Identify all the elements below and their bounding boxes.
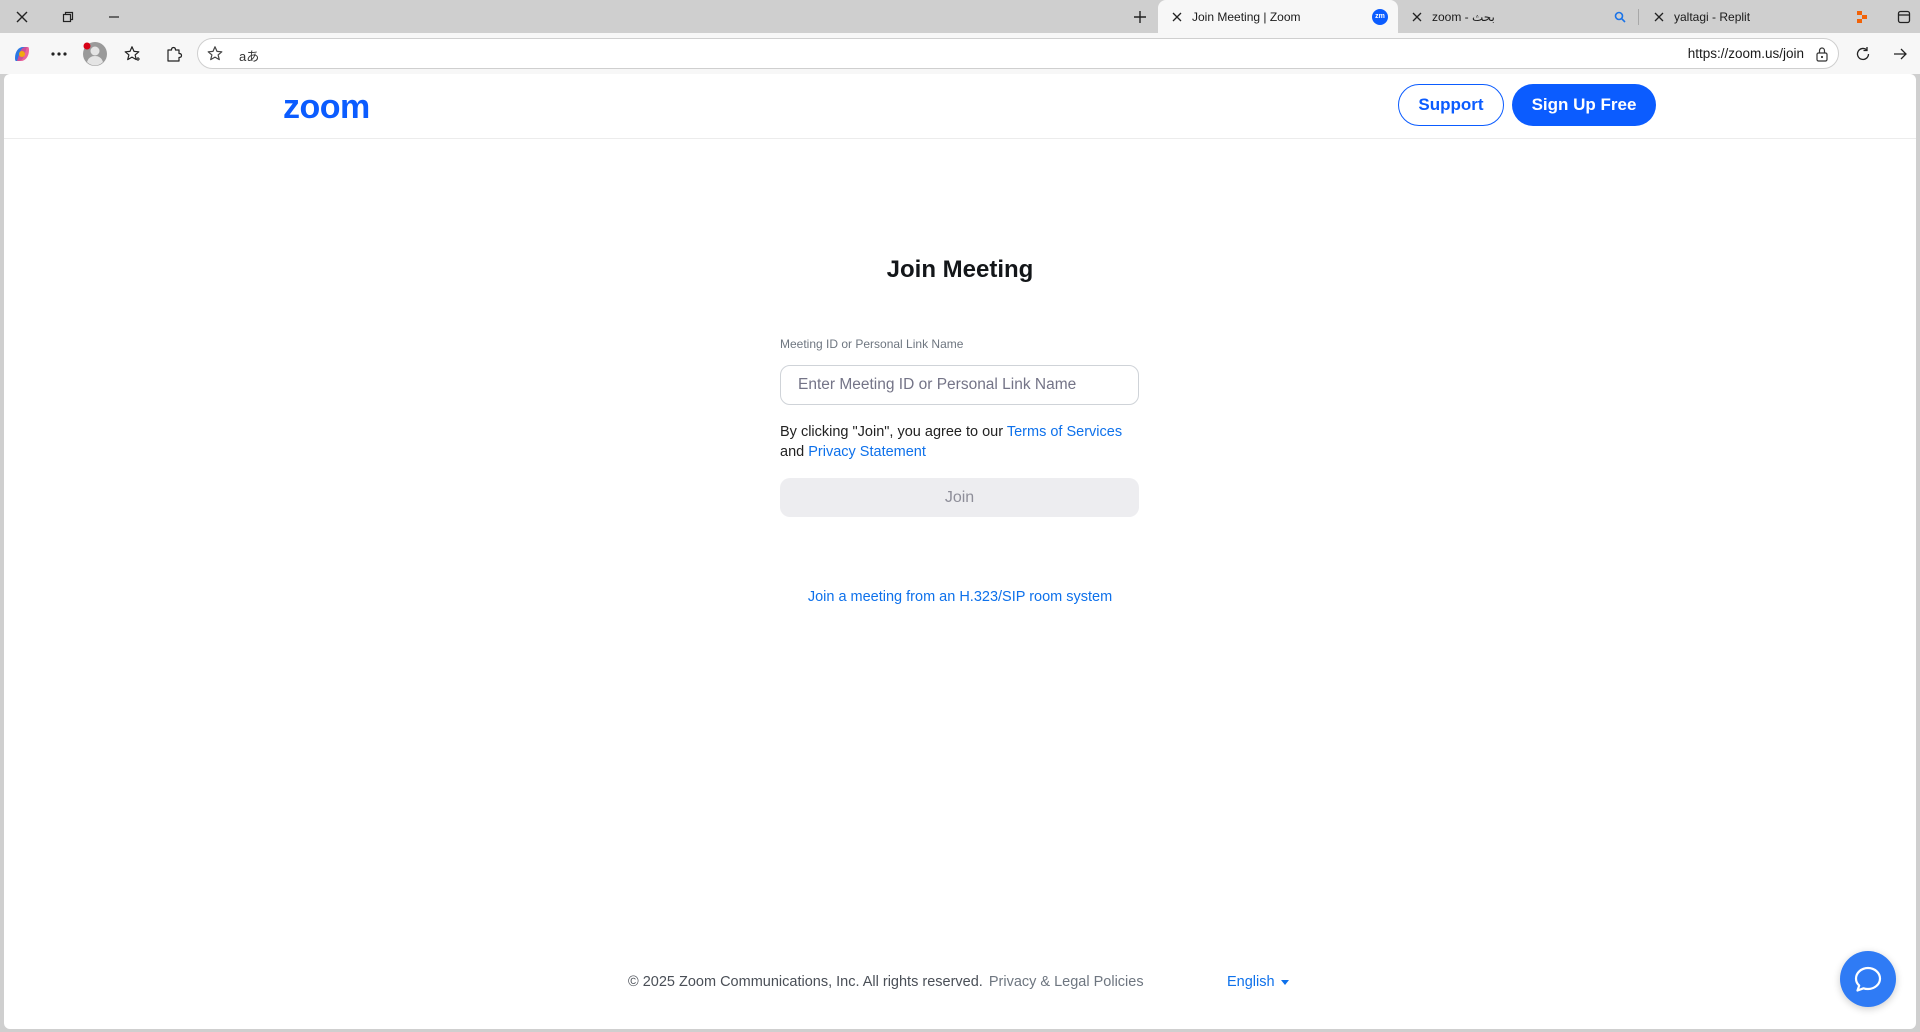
close-icon — [1412, 12, 1422, 21]
puzzle-icon — [167, 46, 183, 62]
more-horizontal-icon — [51, 52, 67, 56]
copilot-icon — [15, 47, 29, 61]
agreement-prefix: By clicking "Join", you agree to our — [780, 424, 1007, 440]
lock-icon[interactable] — [1815, 46, 1829, 67]
tab-actions-button[interactable] — [1888, 0, 1920, 33]
refresh-button[interactable] — [1848, 39, 1878, 69]
zoom-favicon-icon: zm — [1372, 8, 1388, 25]
replit-favicon-icon — [1854, 9, 1870, 25]
plus-icon — [1134, 11, 1146, 23]
tab-title: yaltagi - Replit — [1674, 9, 1751, 24]
chat-bubble-icon — [1854, 966, 1882, 992]
tab-close-button[interactable] — [1410, 10, 1424, 24]
extensions-button[interactable] — [159, 39, 189, 69]
tab-strip: Join Meeting | Zoom zm zoom - بحث yaltag… — [0, 0, 1920, 33]
new-tab-button[interactable] — [1125, 2, 1155, 32]
chat-button[interactable] — [1840, 951, 1896, 1007]
meeting-id-input[interactable] — [780, 365, 1139, 405]
read-aloud-button[interactable]: aあ — [239, 46, 259, 65]
forward-button[interactable] — [1885, 39, 1915, 69]
close-window-button[interactable] — [0, 0, 44, 33]
browser-toolbar: aあ https://zoom.us/join — [0, 33, 1920, 74]
agreement-text: By clicking "Join", you agree to our Ter… — [780, 422, 1160, 462]
site-header: zoom Support Sign Up Free — [4, 74, 1916, 139]
copyright-text: © 2025 Zoom Communications, Inc. All rig… — [628, 974, 983, 990]
close-icon — [16, 11, 28, 22]
minimize-icon — [109, 15, 119, 18]
privacy-legal-policies-link[interactable]: Privacy & Legal Policies — [989, 974, 1144, 990]
tab-title: zoom - بحث — [1432, 9, 1495, 24]
support-button[interactable]: Support — [1398, 84, 1504, 126]
caret-down-icon — [1280, 979, 1289, 985]
search-icon — [1612, 9, 1628, 25]
tab-close-button[interactable] — [1170, 10, 1184, 24]
privacy-statement-link[interactable]: Privacy Statement — [808, 444, 926, 460]
add-favorite-star-icon[interactable] — [206, 45, 224, 68]
web-page: zoom Support Sign Up Free Join Meeting M… — [4, 74, 1916, 1029]
tab-zoom-search[interactable]: zoom - بحث — [1398, 0, 1638, 33]
url-text[interactable]: https://zoom.us/join — [1688, 46, 1804, 61]
refresh-icon — [1856, 47, 1870, 61]
profile-button[interactable] — [80, 39, 110, 69]
avatar-icon — [83, 42, 107, 66]
favorites-star-icon — [124, 46, 140, 61]
close-icon — [1654, 12, 1664, 21]
join-button[interactable]: Join — [780, 478, 1139, 517]
page-title: Join Meeting — [886, 256, 1034, 283]
footer: © 2025 Zoom Communications, Inc. All rig… — [628, 974, 1144, 990]
minimize-window-button[interactable] — [92, 0, 136, 33]
sign-up-free-button[interactable]: Sign Up Free — [1512, 84, 1656, 126]
meeting-id-label: Meeting ID or Personal Link Name — [780, 337, 964, 351]
language-label: English — [1227, 974, 1275, 990]
arrow-right-icon — [1894, 48, 1907, 60]
tab-title: Join Meeting | Zoom — [1192, 9, 1301, 24]
tab-actions-icon — [1897, 10, 1911, 23]
restore-window-button[interactable] — [46, 0, 90, 33]
close-icon — [1172, 12, 1182, 21]
language-selector[interactable]: English — [1227, 974, 1289, 990]
tab-join-meeting[interactable]: Join Meeting | Zoom zm — [1158, 0, 1398, 33]
tab-replit[interactable]: yaltagi - Replit — [1640, 0, 1880, 33]
zoom-logo[interactable]: zoom — [283, 88, 370, 127]
terms-of-services-link[interactable]: Terms of Services — [1007, 424, 1122, 440]
tab-close-button[interactable] — [1652, 10, 1666, 24]
tab-separator — [1638, 9, 1639, 25]
agreement-and: and — [780, 444, 809, 460]
settings-more-button[interactable] — [44, 39, 74, 69]
restore-icon — [62, 11, 74, 22]
sip-room-system-link[interactable]: Join a meeting from an H.323/SIP room sy… — [4, 589, 1916, 605]
copilot-button[interactable] — [7, 39, 37, 69]
address-bar[interactable]: aあ https://zoom.us/join — [197, 38, 1839, 69]
favorites-button[interactable] — [117, 39, 147, 69]
